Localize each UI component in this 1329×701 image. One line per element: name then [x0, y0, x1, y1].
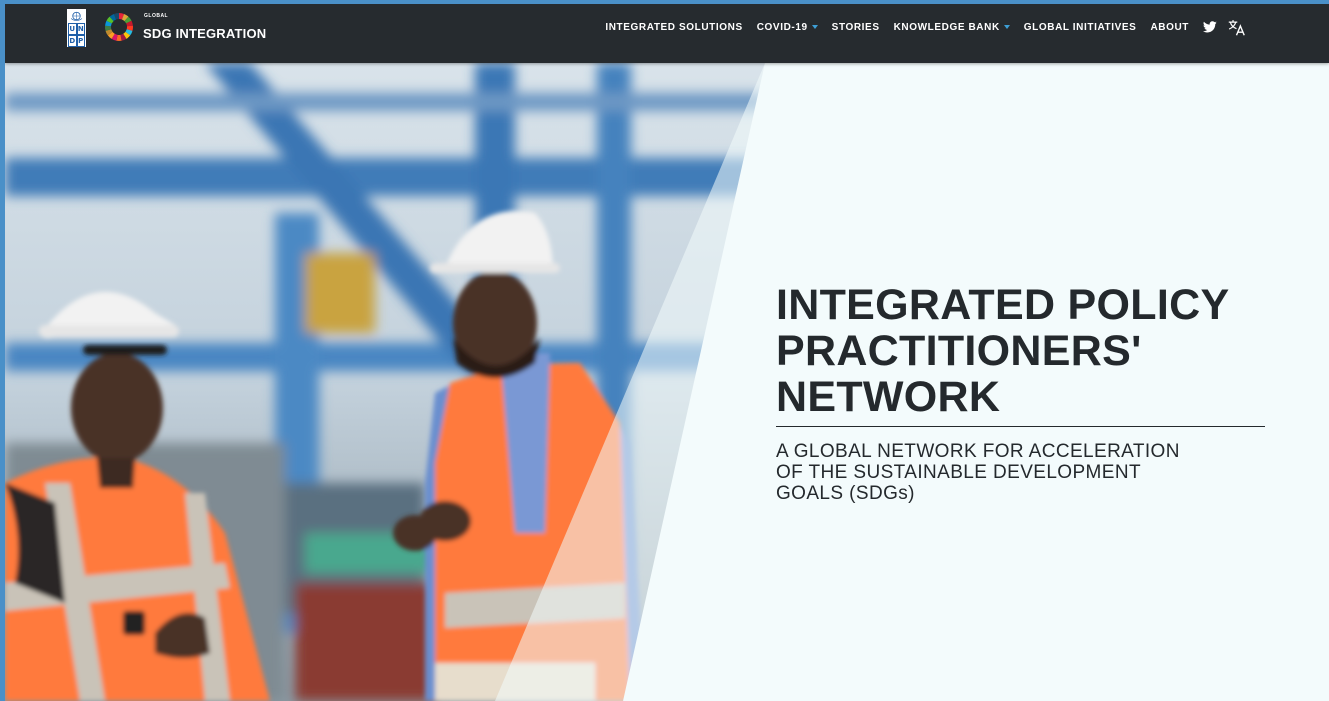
top-navigation-bar: U N D P GLOBAL SDG INTEGRATION INTEGRATE…: [5, 4, 1329, 63]
brand-title[interactable]: SDG INTEGRATION: [143, 26, 266, 41]
menu-item-knowledge-bank[interactable]: KNOWLEDGE BANK: [894, 22, 1010, 33]
sdg-wheel-icon[interactable]: [104, 12, 134, 42]
menu-item-label: COVID-19: [756, 21, 808, 33]
menu-item-covid-19[interactable]: COVID-19: [757, 22, 818, 33]
caret-down-icon: [1003, 25, 1010, 29]
undp-letters: U N D P: [68, 23, 85, 47]
twitter-icon[interactable]: [1203, 21, 1217, 33]
un-emblem-icon: [70, 11, 83, 21]
caret-down-icon: [811, 25, 818, 29]
menu-item-label: KNOWLEDGE BANK: [893, 21, 1000, 33]
menu-item-label: INTEGRATED SOLUTIONS: [605, 21, 743, 33]
menu-item-about[interactable]: ABOUT: [1150, 22, 1189, 33]
menu-item-label: STORIES: [831, 21, 880, 33]
hero-section: INTEGRATED POLICY PRACTITIONERS' NETWORK…: [5, 63, 1329, 701]
main-menu: INTEGRATED SOLUTIONS COVID-19 STORIES KN…: [591, 19, 1246, 35]
hero-title: INTEGRATED POLICY PRACTITIONERS' NETWORK: [776, 281, 1229, 421]
menu-item-global-initiatives[interactable]: GLOBAL INITIATIVES: [1024, 22, 1137, 33]
undp-letter: N: [76, 23, 85, 35]
undp-logo[interactable]: U N D P: [67, 9, 86, 47]
undp-letter: P: [76, 35, 85, 47]
menu-item-label: GLOBAL INITIATIVES: [1023, 21, 1137, 33]
hero-text-block: INTEGRATED POLICY PRACTITIONERS' NETWORK…: [776, 282, 1266, 504]
menu-item-integrated-solutions[interactable]: INTEGRATED SOLUTIONS: [605, 22, 742, 33]
hero-subtitle: A GLOBAL NETWORK FOR ACCELERATION OF THE…: [776, 441, 1180, 504]
menu-item-stories[interactable]: STORIES: [832, 22, 880, 33]
undp-letter: D: [68, 35, 77, 47]
title-divider: [776, 426, 1265, 427]
menu-item-label: ABOUT: [1150, 21, 1189, 33]
translate-icon[interactable]: [1227, 19, 1246, 36]
brand-small-label: GLOBAL: [144, 13, 169, 19]
page-frame: U N D P GLOBAL SDG INTEGRATION INTEGRATE…: [5, 4, 1329, 701]
undp-letter: U: [68, 23, 77, 35]
